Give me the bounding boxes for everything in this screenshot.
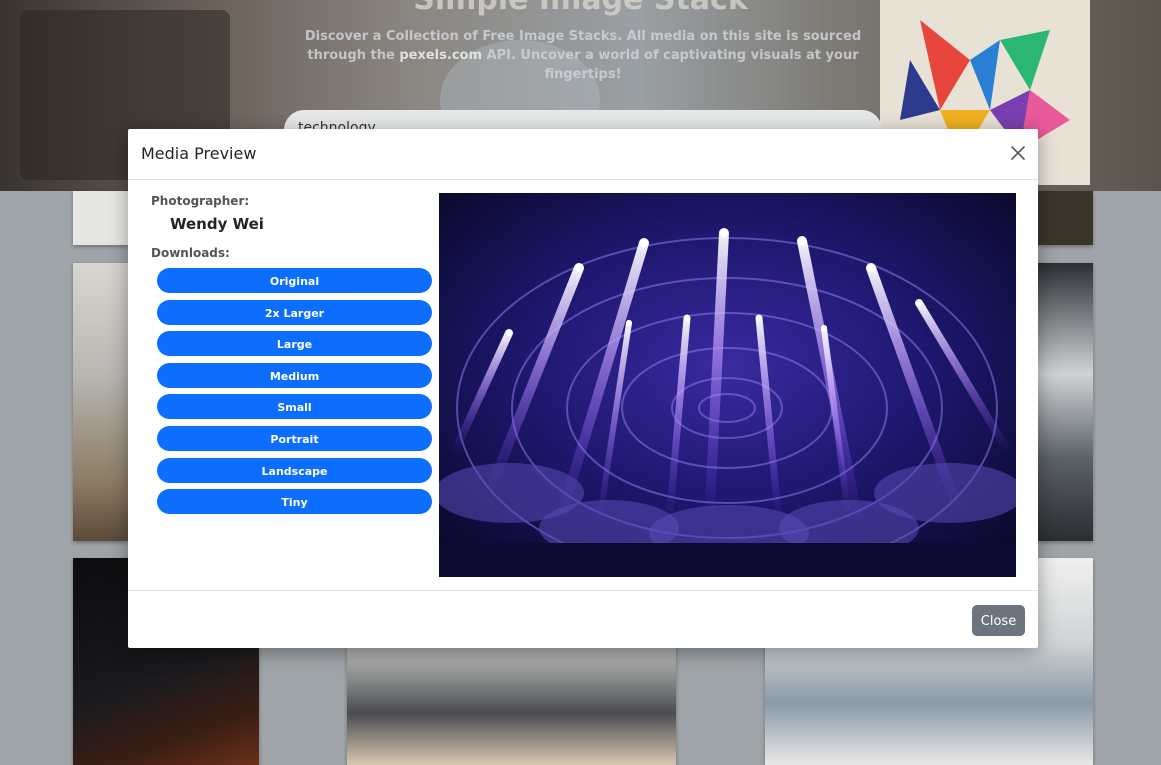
download-original-button[interactable]: Original — [157, 268, 432, 293]
modal-body: Photographer: Wendy Wei Downloads: Origi… — [128, 180, 1038, 590]
download-list: Original 2x Larger Large Medium Small Po… — [157, 268, 432, 521]
preview-image — [439, 193, 1016, 577]
download-large-button[interactable]: Large — [157, 331, 432, 357]
close-icon[interactable] — [1010, 145, 1026, 161]
photographer-name: Wendy Wei — [170, 215, 264, 233]
download-medium-button[interactable]: Medium — [157, 362, 432, 388]
media-preview-modal: Media Preview Photographer: Wendy Wei Do… — [128, 129, 1038, 648]
downloads-label: Downloads: — [151, 246, 230, 260]
download-tiny-button[interactable]: Tiny — [157, 489, 432, 515]
download-small-button[interactable]: Small — [157, 394, 432, 420]
download-landscape-button[interactable]: Landscape — [157, 457, 432, 483]
close-button[interactable]: Close — [972, 605, 1025, 636]
modal-title: Media Preview — [141, 144, 257, 163]
modal-header: Media Preview — [128, 129, 1038, 180]
download-portrait-button[interactable]: Portrait — [157, 425, 432, 451]
photographer-label: Photographer: — [151, 194, 250, 208]
download-2x-larger-button[interactable]: 2x Larger — [157, 299, 432, 325]
modal-footer: Close — [128, 590, 1038, 649]
